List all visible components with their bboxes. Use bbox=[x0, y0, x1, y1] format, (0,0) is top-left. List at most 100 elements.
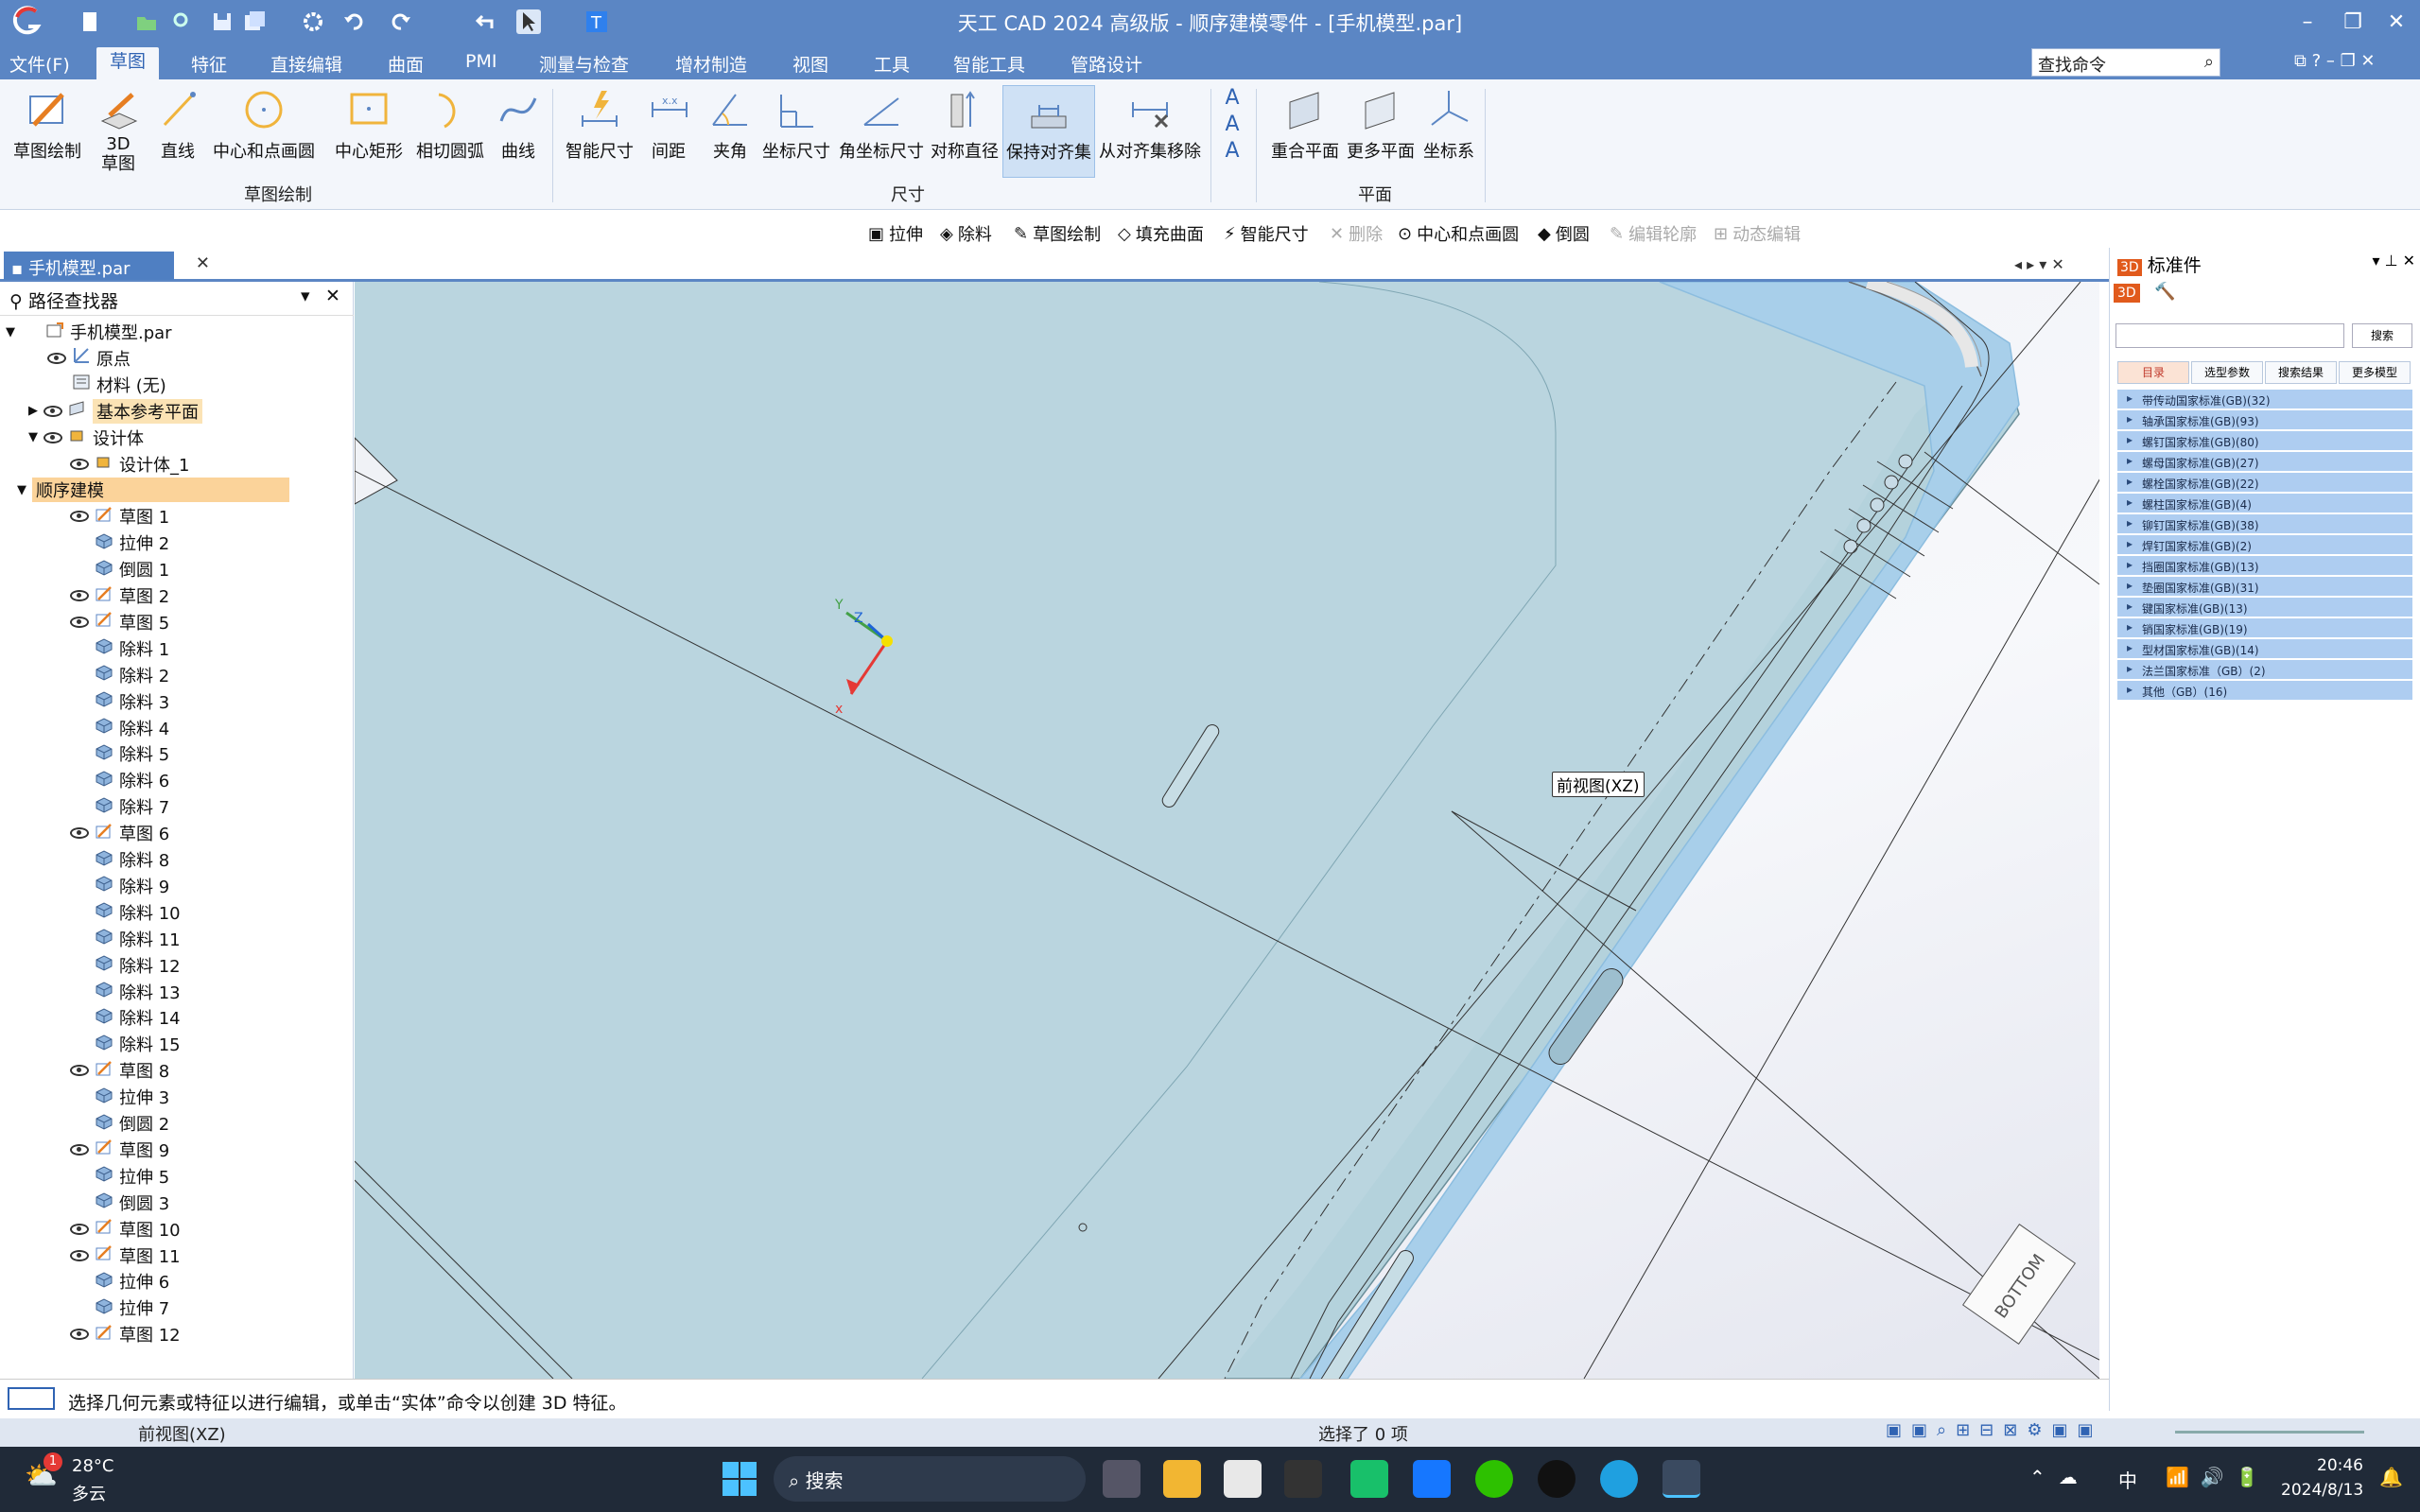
std-tab-results[interactable]: 搜索结果 bbox=[2265, 361, 2337, 384]
tree-item[interactable]: 除料 13 bbox=[51, 980, 181, 1004]
cmd-fill-surface[interactable]: ◇ 填充曲面 bbox=[1118, 221, 1204, 246]
tree-item[interactable]: 除料 4 bbox=[51, 716, 169, 740]
std-category-row[interactable]: 键国家标准(GB)(13) bbox=[2117, 598, 2412, 617]
std-category-row[interactable]: 螺柱国家标准(GB)(4) bbox=[2117, 494, 2412, 513]
tree-item[interactable]: 拉伸 7 bbox=[51, 1295, 169, 1320]
std-category-row[interactable]: 销国家标准(GB)(19) bbox=[2117, 618, 2412, 638]
tree-item[interactable]: 倒圆 1 bbox=[51, 557, 169, 582]
tree-item[interactable]: 除料 5 bbox=[51, 741, 169, 766]
menu-direct-edit[interactable]: 直接编辑 bbox=[265, 51, 348, 77]
std-category-row[interactable]: 螺母国家标准(GB)(27) bbox=[2117, 452, 2412, 472]
panel-close-icon[interactable]: ✕ bbox=[325, 286, 340, 306]
tree-item[interactable]: 除料 7 bbox=[51, 794, 169, 819]
visibility-eye-icon[interactable] bbox=[70, 616, 89, 628]
tray-icons[interactable]: ⌃☁ bbox=[2029, 1466, 2091, 1488]
wifi-volume-battery-icons[interactable]: 📶🔊🔋 bbox=[2166, 1466, 2271, 1488]
tree-item[interactable]: 草图 1 bbox=[51, 504, 169, 529]
distance-button[interactable]: x.x 间距 bbox=[645, 85, 692, 163]
visibility-eye-icon[interactable] bbox=[70, 458, 89, 470]
tree-item[interactable]: 草图 12 bbox=[51, 1322, 181, 1347]
std-tab-selection[interactable]: 选型参数 bbox=[2191, 361, 2263, 384]
tree-item[interactable]: 除料 10 bbox=[51, 900, 181, 925]
std-category-row[interactable]: 垫圈国家标准(GB)(31) bbox=[2117, 577, 2412, 597]
cmd-circle[interactable]: ⊙ 中心和点画圆 bbox=[1398, 221, 1519, 246]
tree-item[interactable]: 设计体_1 bbox=[51, 452, 189, 477]
tree-item[interactable]: 除料 2 bbox=[51, 663, 169, 687]
wechat-icon[interactable] bbox=[1475, 1460, 1513, 1498]
close-button[interactable]: ✕ bbox=[2377, 8, 2415, 38]
ime-indicator[interactable]: 中 bbox=[2118, 1466, 2137, 1493]
menu-smart-tools[interactable]: 智能工具 bbox=[948, 51, 1031, 77]
tree-item[interactable]: ▼ 顺序建模 bbox=[17, 478, 289, 503]
start-button[interactable] bbox=[723, 1462, 757, 1496]
zoom-slider[interactable] bbox=[2175, 1431, 2364, 1434]
visibility-eye-icon[interactable] bbox=[70, 1065, 89, 1077]
std-category-row[interactable]: 型材国家标准(GB)(14) bbox=[2117, 639, 2412, 659]
coord-system-button[interactable]: 坐标系 bbox=[1420, 85, 1477, 163]
store-icon[interactable] bbox=[1224, 1460, 1262, 1498]
cmd-edit-profile[interactable]: ✎ 编辑轮廓 bbox=[1610, 221, 1697, 246]
taskbar-search[interactable]: ⌕ 搜索 bbox=[774, 1456, 1086, 1502]
tree-item[interactable]: 草图 2 bbox=[51, 583, 169, 608]
menu-tools[interactable]: 工具 bbox=[868, 51, 915, 77]
cmd-dynamic-edit[interactable]: ⊞ 动态编辑 bbox=[1714, 221, 1801, 246]
menu-measure[interactable]: 测量与检查 bbox=[533, 51, 635, 77]
maximize-button[interactable]: ❐ bbox=[2334, 8, 2372, 38]
tree-item[interactable]: 拉伸 3 bbox=[51, 1085, 169, 1109]
cad-app-icon[interactable] bbox=[1663, 1460, 1700, 1498]
help-icons[interactable]: ⧉ ? – ❐ ✕ bbox=[2289, 51, 2381, 71]
std-panel-toolbar[interactable]: 3D 🔨 bbox=[2114, 282, 2176, 303]
visibility-eye-icon[interactable] bbox=[70, 1329, 89, 1341]
menu-sketch[interactable]: 草图 bbox=[96, 47, 160, 79]
visibility-eye-icon[interactable] bbox=[70, 511, 89, 523]
center-rect-button[interactable]: 中心矩形 bbox=[322, 85, 416, 163]
collapse-icon[interactable]: ▼ bbox=[6, 325, 15, 339]
angle-button[interactable]: 夹角 bbox=[704, 85, 757, 163]
tree-item[interactable]: 草图 10 bbox=[51, 1217, 181, 1242]
visibility-eye-icon[interactable] bbox=[70, 1249, 89, 1261]
3d-tab-icon[interactable]: 3D bbox=[2114, 284, 2140, 303]
collapse-icon[interactable]: ▼ bbox=[17, 483, 26, 497]
collapse-icon[interactable]: ▼ bbox=[28, 430, 38, 444]
tree-item[interactable]: 除料 11 bbox=[51, 927, 181, 951]
std-category-row[interactable]: 挡圈国家标准(GB)(13) bbox=[2117, 556, 2412, 576]
hammer-icon[interactable]: 🔨 bbox=[2154, 282, 2175, 302]
visibility-eye-icon[interactable] bbox=[44, 405, 62, 417]
clock-date[interactable]: 2024/8/13 bbox=[2281, 1481, 2363, 1500]
visibility-eye-icon[interactable] bbox=[70, 827, 89, 840]
search-icon[interactable]: ⌕ bbox=[2204, 52, 2214, 72]
tree-item[interactable]: 除料 14 bbox=[51, 1005, 181, 1030]
tree-item[interactable]: ▶ 基本参考平面 bbox=[28, 398, 202, 424]
coord-dim-button[interactable]: 坐标尺寸 bbox=[760, 85, 832, 163]
tree-item[interactable]: 拉伸 5 bbox=[51, 1164, 169, 1189]
remove-align-set-button[interactable]: 从对齐集移除 bbox=[1099, 85, 1201, 163]
app-icon-2[interactable] bbox=[1350, 1460, 1388, 1498]
tree-item[interactable]: 除料 9 bbox=[51, 874, 169, 898]
std-category-row[interactable]: 螺钉国家标准(GB)(80) bbox=[2117, 431, 2412, 451]
tree-item[interactable]: 倒圆 3 bbox=[51, 1190, 169, 1215]
keep-align-set-button[interactable]: 保持对齐集 bbox=[1002, 85, 1095, 178]
tree-item[interactable]: 材料 (无) bbox=[28, 373, 166, 397]
menu-surface[interactable]: 曲面 bbox=[382, 51, 429, 77]
tree-item[interactable]: 倒圆 2 bbox=[51, 1111, 169, 1136]
tree-item[interactable]: 除料 3 bbox=[51, 689, 169, 714]
tree-item[interactable]: 草图 8 bbox=[51, 1058, 169, 1083]
tree-item[interactable]: 除料 8 bbox=[51, 847, 169, 872]
tree-item[interactable]: 拉伸 6 bbox=[51, 1269, 169, 1294]
coincident-plane-button[interactable]: 重合平面 bbox=[1267, 85, 1343, 163]
menu-additive[interactable]: 增材制造 bbox=[670, 51, 753, 77]
tree-item[interactable]: 草图 11 bbox=[51, 1243, 181, 1268]
notification-bell-icon[interactable]: 🔔 bbox=[2379, 1466, 2403, 1488]
std-search-button[interactable]: 搜索 bbox=[2352, 323, 2412, 348]
expand-right-icon[interactable]: ▶ bbox=[28, 404, 38, 418]
tree-item[interactable]: 除料 12 bbox=[51, 953, 181, 978]
visibility-eye-icon[interactable] bbox=[70, 1143, 89, 1156]
tree-item[interactable]: 草图 6 bbox=[51, 821, 169, 845]
clock-time[interactable]: 20:46 bbox=[2317, 1456, 2363, 1475]
std-panel-controls[interactable]: ▾ ⊥ ✕ bbox=[2372, 252, 2415, 269]
tree-item[interactable]: 除料 1 bbox=[51, 636, 169, 661]
std-category-row[interactable]: 铆钉国家标准(GB)(38) bbox=[2117, 514, 2412, 534]
visibility-eye-icon[interactable] bbox=[70, 590, 89, 601]
std-category-row[interactable]: 焊钉国家标准(GB)(2) bbox=[2117, 535, 2412, 555]
minimize-button[interactable]: – bbox=[2289, 8, 2326, 38]
